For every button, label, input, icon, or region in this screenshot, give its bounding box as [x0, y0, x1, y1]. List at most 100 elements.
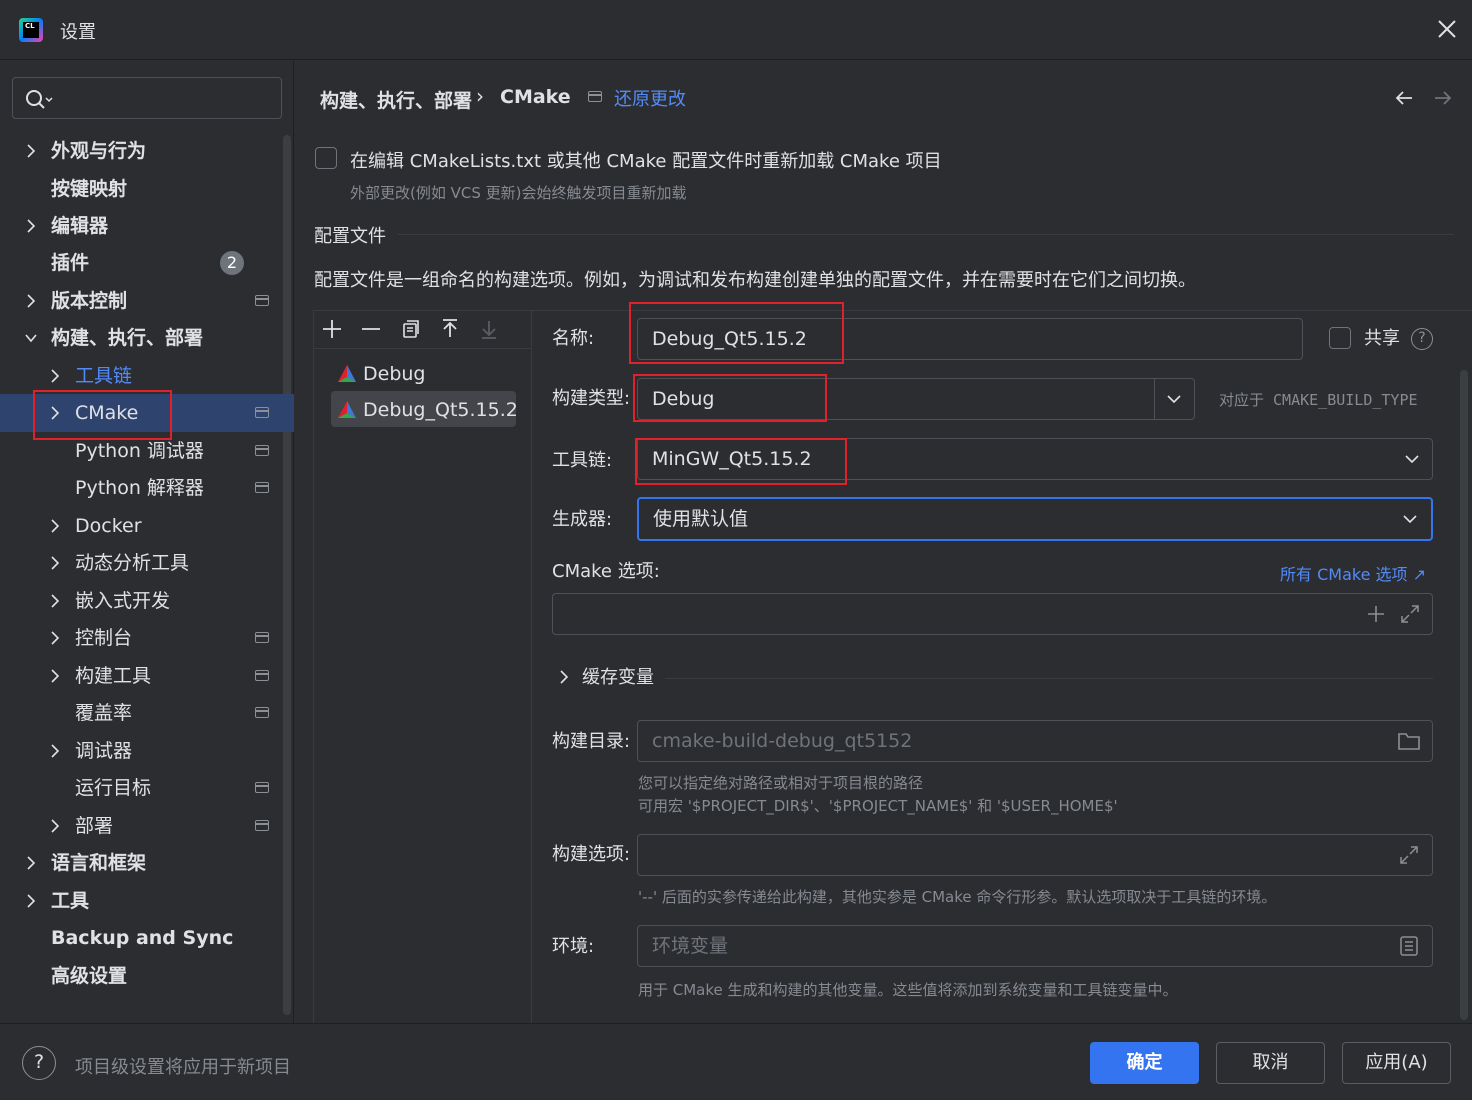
sidebar-scrollbar[interactable] [283, 135, 291, 1015]
settings-search-input[interactable] [12, 77, 282, 119]
combo-divider [1154, 379, 1155, 419]
reload-cmake-hint: 外部更改(例如 VCS 更新)会始终触发项目重新加载 [350, 184, 687, 202]
add-icon[interactable] [1367, 605, 1385, 623]
environment-input[interactable]: 环境变量 [637, 925, 1433, 967]
ok-button[interactable]: 确定 [1090, 1042, 1199, 1084]
details-scrollbar[interactable] [1460, 370, 1468, 1020]
share-checkbox[interactable] [1329, 327, 1351, 349]
annotation-highlight-name [629, 302, 844, 364]
expand-icon[interactable] [1400, 846, 1418, 864]
cmake-triangle-icon [337, 400, 357, 420]
cache-variables-label[interactable]: 缓存变量 [582, 666, 654, 690]
chevron-right-icon[interactable] [48, 620, 62, 656]
sidebar-item-vcs[interactable]: 版本控制 [51, 283, 127, 319]
move-up-icon[interactable] [440, 319, 460, 339]
chevron-right-icon[interactable] [48, 808, 62, 844]
chevron-right-icon[interactable] [48, 658, 62, 694]
generator-label: 生成器: [552, 509, 613, 530]
forward-arrow-icon[interactable] [1433, 88, 1453, 108]
chevron-right-icon[interactable] [48, 508, 62, 544]
project-scope-icon [255, 482, 269, 493]
chevron-down-icon[interactable] [24, 320, 38, 356]
sidebar-item-build-tools[interactable]: 构建工具 [75, 658, 151, 694]
project-scope-icon [255, 782, 269, 793]
sidebar-item-backup-sync[interactable]: Backup and Sync [51, 920, 233, 956]
sidebar-item-advanced[interactable]: 高级设置 [51, 958, 127, 994]
help-icon[interactable]: ? [22, 1046, 56, 1080]
settings-sidebar [0, 61, 294, 1023]
chevron-down-icon[interactable] [1404, 451, 1420, 467]
sidebar-item-tools[interactable]: 工具 [51, 883, 89, 919]
build-type-hint: 对应于 CMAKE_BUILD_TYPE [1219, 391, 1418, 409]
cmake-options-input[interactable] [552, 593, 1433, 635]
chevron-down-icon[interactable] [1166, 391, 1182, 407]
add-icon[interactable] [322, 319, 342, 339]
project-scope-icon [255, 707, 269, 718]
section-divider [398, 234, 1454, 235]
chevron-right-icon[interactable] [24, 133, 38, 169]
sidebar-item-python-debugger[interactable]: Python 调试器 [75, 433, 204, 469]
breadcrumb-current: CMake [500, 86, 571, 108]
chevron-down-icon[interactable] [1402, 511, 1418, 527]
breadcrumb-separator: › [476, 84, 484, 108]
help-icon[interactable]: ? [1411, 328, 1433, 350]
sidebar-item-build-exec-deploy[interactable]: 构建、执行、部署 [51, 320, 203, 356]
cancel-button[interactable]: 取消 [1216, 1042, 1325, 1084]
sidebar-item-console[interactable]: 控制台 [75, 620, 132, 656]
sidebar-item-toolchains[interactable]: 工具链 [75, 358, 132, 394]
sidebar-item-keymap[interactable]: 按键映射 [51, 171, 127, 207]
profile-item-debug-qt[interactable]: Debug_Qt5.15.2 [363, 392, 518, 428]
sidebar-item-deployment[interactable]: 部署 [75, 808, 113, 844]
environment-placeholder: 环境变量 [652, 935, 729, 957]
build-dir-label: 构建目录: [552, 731, 631, 752]
profiles-description: 配置文件是一组命名的构建选项。例如，为调试和发布构建创建单独的配置文件，并在需要… [314, 270, 1196, 291]
sidebar-item-languages[interactable]: 语言和框架 [51, 845, 146, 881]
copy-icon[interactable] [401, 319, 421, 339]
revert-changes-link[interactable]: 还原更改 [614, 85, 686, 111]
sidebar-item-python-interpreter[interactable]: Python 解释器 [75, 470, 204, 506]
move-down-icon[interactable] [479, 319, 499, 339]
reload-cmake-label[interactable]: 在编辑 CMakeLists.txt 或其他 CMake 配置文件时重新加载 C… [350, 147, 942, 173]
generator-combobox[interactable]: 使用默认值 [637, 497, 1433, 541]
apply-button[interactable]: 应用(A) [1342, 1042, 1451, 1084]
chevron-right-icon[interactable] [48, 545, 62, 581]
build-options-hint: '--' 后面的实参传递给此构建，其他实参是 CMake 命令行形参。默认选项取… [638, 888, 1277, 906]
sidebar-item-coverage[interactable]: 覆盖率 [75, 695, 132, 731]
footer-help-text: 项目级设置将应用于新项目 [75, 1057, 291, 1078]
sidebar-item-dynamic-analysis[interactable]: 动态分析工具 [75, 545, 189, 581]
project-scope-icon [255, 407, 269, 418]
sidebar-item-debugger[interactable]: 调试器 [75, 733, 132, 769]
build-options-input[interactable] [637, 834, 1433, 876]
all-cmake-options-link[interactable]: 所有 CMake 选项 ↗ [1280, 561, 1426, 585]
sidebar-item-editor[interactable]: 编辑器 [51, 208, 108, 244]
project-scope-icon [255, 295, 269, 306]
sidebar-item-run-targets[interactable]: 运行目标 [75, 770, 151, 806]
sidebar-item-embedded[interactable]: 嵌入式开发 [75, 583, 170, 619]
share-label[interactable]: 共享 [1364, 327, 1400, 351]
sidebar-item-plugins[interactable]: 插件 [51, 245, 89, 281]
edit-list-icon[interactable] [1400, 936, 1418, 956]
expand-icon[interactable] [1401, 605, 1419, 623]
close-icon[interactable] [1436, 18, 1458, 40]
build-dir-input[interactable]: cmake-build-debug_qt5152 [637, 720, 1433, 762]
remove-icon[interactable] [361, 319, 381, 339]
chevron-right-icon[interactable] [24, 283, 38, 319]
generator-value: 使用默认值 [653, 508, 749, 530]
chevron-right-icon[interactable] [48, 733, 62, 769]
profile-item-debug[interactable]: Debug [363, 356, 425, 392]
section-divider [665, 678, 1433, 679]
sidebar-item-docker[interactable]: Docker [75, 508, 142, 544]
back-arrow-icon[interactable] [1394, 88, 1414, 108]
sidebar-item-appearance[interactable]: 外观与行为 [51, 133, 146, 169]
breadcrumb-parent[interactable]: 构建、执行、部署 [320, 86, 472, 113]
toolbar-divider [313, 348, 532, 349]
chevron-right-icon[interactable] [48, 358, 62, 394]
clion-app-icon: CL [19, 18, 43, 42]
chevron-right-icon[interactable] [24, 208, 38, 244]
chevron-right-icon[interactable] [24, 883, 38, 919]
chevron-right-icon[interactable] [557, 668, 571, 686]
reload-cmake-checkbox[interactable] [315, 147, 337, 169]
chevron-right-icon[interactable] [48, 583, 62, 619]
folder-icon[interactable] [1398, 731, 1420, 751]
chevron-right-icon[interactable] [24, 845, 38, 881]
